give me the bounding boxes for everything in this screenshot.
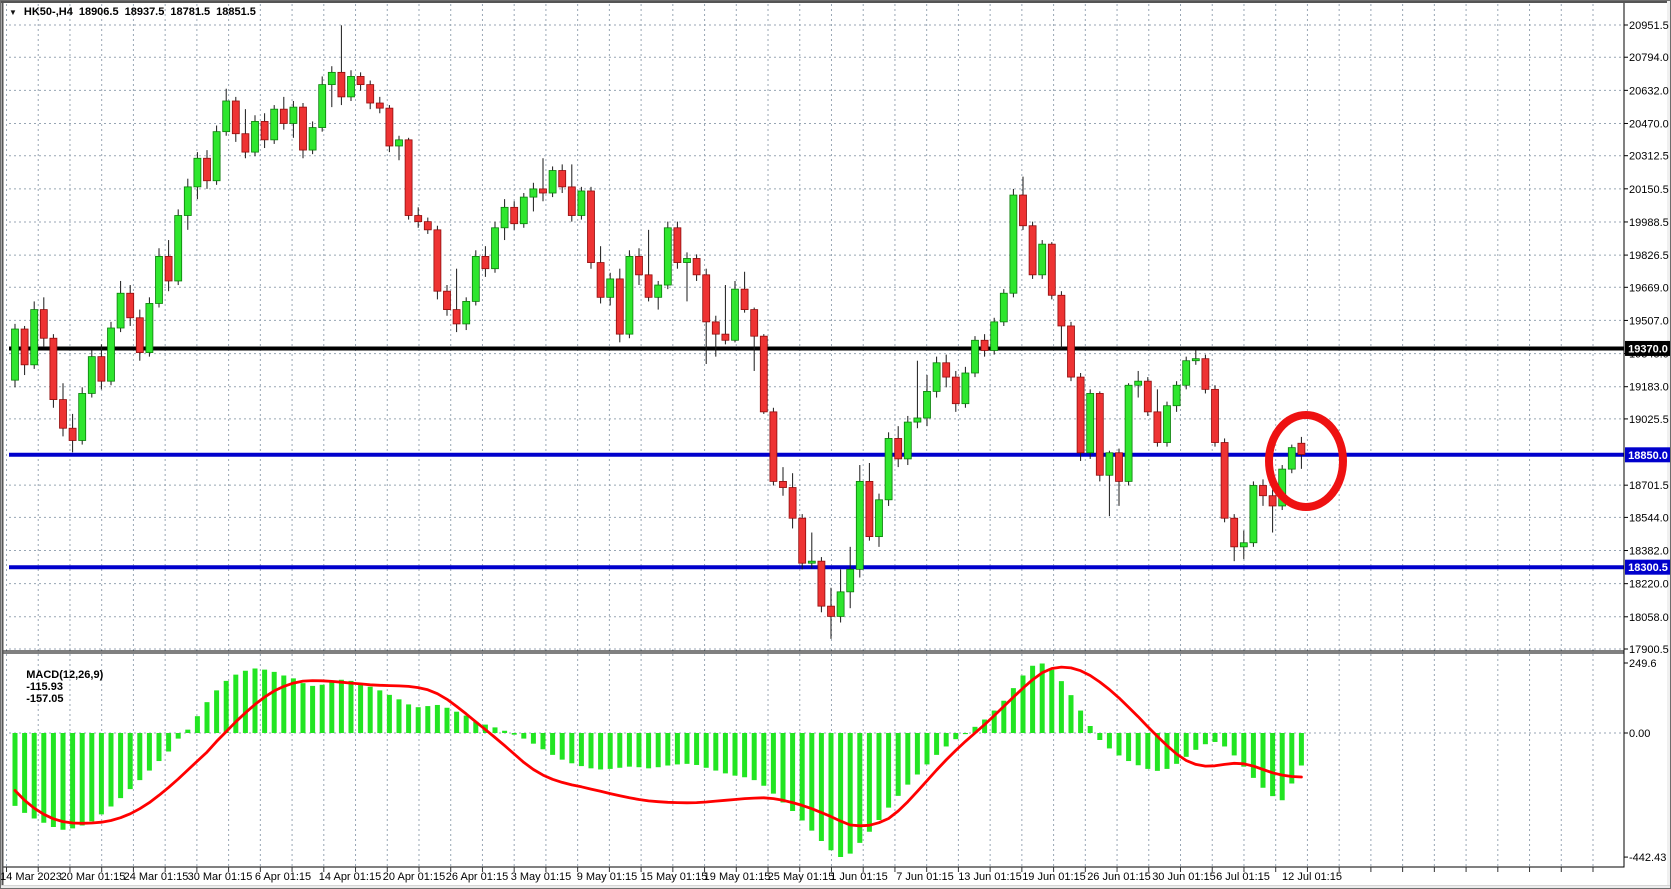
svg-text:19826.5: 19826.5 <box>1629 250 1669 262</box>
svg-text:19669.0: 19669.0 <box>1629 282 1669 294</box>
svg-text:24 Mar 01:15: 24 Mar 01:15 <box>124 871 189 883</box>
macd-name: MACD(12,26,9) <box>26 669 104 681</box>
symbol-period-label: HK50-,H4 <box>23 6 73 18</box>
svg-text:30 Jun 01:15: 30 Jun 01:15 <box>1152 871 1216 883</box>
svg-text:20632.0: 20632.0 <box>1629 85 1669 97</box>
svg-text:18544.0: 18544.0 <box>1629 512 1669 524</box>
price-chart-canvas[interactable]: 20951.5 20794.0 20632.0 20470.0 20312.5 20150… <box>1 1 1671 889</box>
svg-text:25 May 01:15: 25 May 01:15 <box>768 871 835 883</box>
svg-text:26 Apr 01:15: 26 Apr 01:15 <box>446 871 508 883</box>
svg-text:14 Mar 2023: 14 Mar 2023 <box>1 871 62 883</box>
svg-text:1 Jun 01:15: 1 Jun 01:15 <box>830 871 888 883</box>
svg-text:19370.0: 19370.0 <box>1628 343 1668 355</box>
low-value: 18781.5 <box>170 6 211 18</box>
svg-text:19988.5: 19988.5 <box>1629 217 1669 229</box>
svg-text:18220.0: 18220.0 <box>1629 579 1669 591</box>
svg-text:14 Apr 01:15: 14 Apr 01:15 <box>319 871 381 883</box>
svg-text:12 Jul 01:15: 12 Jul 01:15 <box>1282 871 1342 883</box>
svg-text:6 Jul 01:15: 6 Jul 01:15 <box>1216 871 1270 883</box>
svg-text:13 Jun 01:15: 13 Jun 01:15 <box>958 871 1022 883</box>
ohlc-header: ▼ HK50-,H4 18906.5 18937.5 18781.5 18851… <box>9 5 262 19</box>
svg-text:19025.5: 19025.5 <box>1629 414 1669 426</box>
svg-text:18300.5: 18300.5 <box>1628 562 1668 574</box>
close-value: 18851.5 <box>216 6 256 18</box>
svg-text:20312.5: 20312.5 <box>1629 151 1669 163</box>
symbol-dropdown-icon[interactable]: ▼ <box>9 8 17 17</box>
svg-text:19183.0: 19183.0 <box>1629 382 1669 394</box>
svg-text:20 Mar 01:15: 20 Mar 01:15 <box>61 871 126 883</box>
svg-text:-442.43: -442.43 <box>1629 852 1666 864</box>
chart-window: 20951.5 20794.0 20632.0 20470.0 20312.5 20150… <box>0 0 1671 889</box>
macd-main-value: -115.93 <box>26 681 63 693</box>
open-value: 18906.5 <box>78 6 119 18</box>
svg-text:3 May 01:15: 3 May 01:15 <box>511 871 572 883</box>
svg-text:20 Apr 01:15: 20 Apr 01:15 <box>383 871 445 883</box>
window-bottom-strip <box>1 885 1670 888</box>
svg-text:20150.5: 20150.5 <box>1629 184 1669 196</box>
svg-text:6 Apr 01:15: 6 Apr 01:15 <box>255 871 311 883</box>
svg-text:20951.5: 20951.5 <box>1629 20 1669 32</box>
svg-text:19 May 01:15: 19 May 01:15 <box>704 871 771 883</box>
svg-text:19507.0: 19507.0 <box>1629 315 1669 327</box>
svg-text:17900.5: 17900.5 <box>1629 644 1669 656</box>
svg-text:15 May 01:15: 15 May 01:15 <box>641 871 708 883</box>
high-value: 18937.5 <box>124 6 165 18</box>
svg-text:249.6: 249.6 <box>1629 658 1657 670</box>
svg-text:18850.0: 18850.0 <box>1628 450 1668 462</box>
macd-indicator-label: MACD(12,26,9) -115.93 -157.05 <box>14 657 108 717</box>
svg-text:26 Jun 01:15: 26 Jun 01:15 <box>1087 871 1151 883</box>
svg-text:9 May 01:15: 9 May 01:15 <box>577 871 638 883</box>
svg-text:18382.0: 18382.0 <box>1629 546 1669 558</box>
svg-text:0.00: 0.00 <box>1629 728 1650 740</box>
svg-text:18058.0: 18058.0 <box>1629 612 1669 624</box>
svg-text:20470.0: 20470.0 <box>1629 118 1669 130</box>
macd-signal-value: -157.05 <box>26 693 64 705</box>
svg-text:18701.5: 18701.5 <box>1629 480 1669 492</box>
svg-text:19 Jun 01:15: 19 Jun 01:15 <box>1022 871 1086 883</box>
svg-text:20794.0: 20794.0 <box>1629 52 1669 64</box>
svg-text:7 Jun 01:15: 7 Jun 01:15 <box>896 871 954 883</box>
svg-text:30 Mar 01:15: 30 Mar 01:15 <box>188 871 253 883</box>
